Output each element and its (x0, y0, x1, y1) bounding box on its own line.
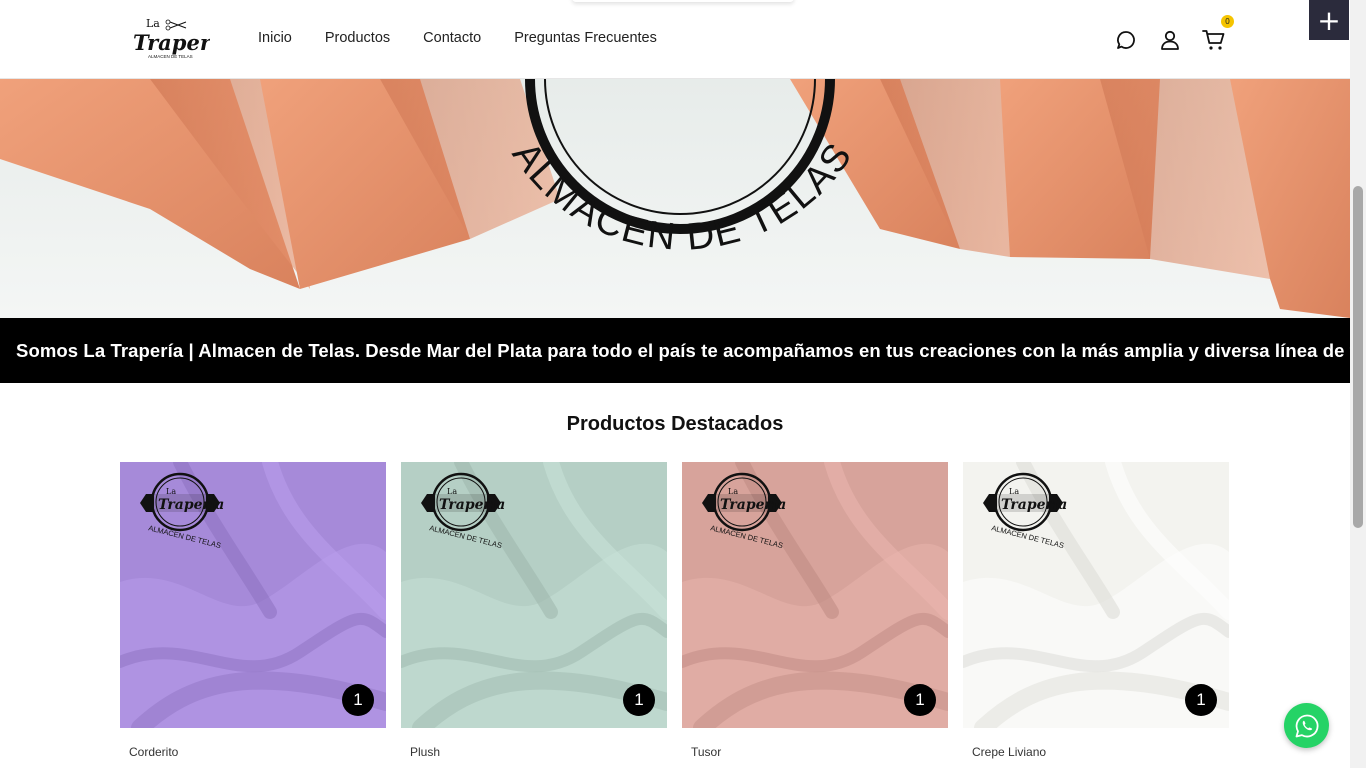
nav-preguntas-frecuentes[interactable]: Preguntas Frecuentes (514, 30, 657, 46)
quantity-badge: 1 (342, 684, 374, 716)
svg-text:ALMACEN DE TELAS: ALMACEN DE TELAS (148, 54, 193, 59)
header-actions: 0 (1112, 15, 1244, 54)
chat-icon[interactable] (1112, 26, 1140, 54)
nav-inicio[interactable]: Inicio (258, 30, 292, 46)
product-card[interactable]: La Traperia ALMACEN DE TELAS 1 Plush (401, 462, 667, 759)
hero-fabric-image: ALMACEN DE TELAS (0, 79, 1350, 318)
whatsapp-icon[interactable] (1284, 703, 1329, 748)
product-image[interactable]: La Traperia ALMACEN DE TELAS 1 (963, 462, 1229, 728)
hero-banner: ALMACEN DE TELAS (0, 79, 1350, 318)
product-name[interactable]: Plush (410, 745, 667, 759)
quantity-badge: 1 (1185, 684, 1217, 716)
svg-text:La: La (166, 487, 176, 496)
nav-productos[interactable]: Productos (325, 30, 390, 46)
svg-text:Traperia: Traperia (720, 497, 786, 513)
cart-count-badge: 0 (1221, 15, 1234, 28)
site-header: La Traperia ALMACEN DE TELAS Inicio Prod… (0, 0, 1350, 79)
featured-title: Productos Destacados (566, 413, 784, 435)
svg-text:La: La (447, 487, 457, 496)
product-card[interactable]: La Traperia ALMACEN DE TELAS 1 Corderito (120, 462, 386, 759)
product-image[interactable]: La Traperia ALMACEN DE TELAS 1 (120, 462, 386, 728)
featured-products: La Traperia ALMACEN DE TELAS 1 Corderito L… (120, 462, 1244, 759)
marquee-text: Somos La Trapería | Almacen de Telas. De… (16, 340, 1350, 361)
user-icon[interactable] (1156, 26, 1184, 54)
svg-text:Traperia: Traperia (1001, 497, 1067, 513)
product-image[interactable]: La Traperia ALMACEN DE TELAS 1 (401, 462, 667, 728)
svg-text:Traperia: Traperia (158, 497, 224, 513)
page-scrollbar[interactable] (1350, 0, 1366, 768)
product-image[interactable]: La Traperia ALMACEN DE TELAS 1 (682, 462, 948, 728)
svg-text:La: La (728, 487, 738, 496)
quantity-badge: 1 (904, 684, 936, 716)
nav-contacto[interactable]: Contacto (423, 30, 481, 46)
product-name[interactable]: Crepe Liviano (972, 745, 1229, 759)
page: ALMACEN DE TELAS La Traperia ALMACEN DE … (0, 0, 1366, 768)
product-card[interactable]: La Traperia ALMACEN DE TELAS 1 Tusor (682, 462, 948, 759)
quantity-badge: 1 (623, 684, 655, 716)
product-name[interactable]: Tusor (691, 745, 948, 759)
header-dropdown-edge (572, 0, 794, 2)
cart-icon[interactable]: 0 (1200, 15, 1234, 54)
announcement-marquee: Somos La Trapería | Almacen de Telas. De… (0, 318, 1350, 383)
svg-text:La: La (146, 17, 160, 30)
logo-image: La Traperia ALMACEN DE TELAS (133, 17, 210, 59)
svg-text:La: La (1009, 487, 1019, 496)
svg-text:Traperia: Traperia (133, 30, 210, 55)
site-logo[interactable]: La Traperia ALMACEN DE TELAS (130, 14, 210, 62)
svg-text:Traperia: Traperia (439, 497, 505, 513)
product-name[interactable]: Corderito (129, 745, 386, 759)
scrollbar-thumb[interactable] (1353, 186, 1363, 528)
product-card[interactable]: La Traperia ALMACEN DE TELAS 1 Crepe Livia… (963, 462, 1229, 759)
plus-icon[interactable]: + (1309, 0, 1349, 40)
main-nav: Inicio Productos Contacto Preguntas Frec… (258, 30, 690, 46)
